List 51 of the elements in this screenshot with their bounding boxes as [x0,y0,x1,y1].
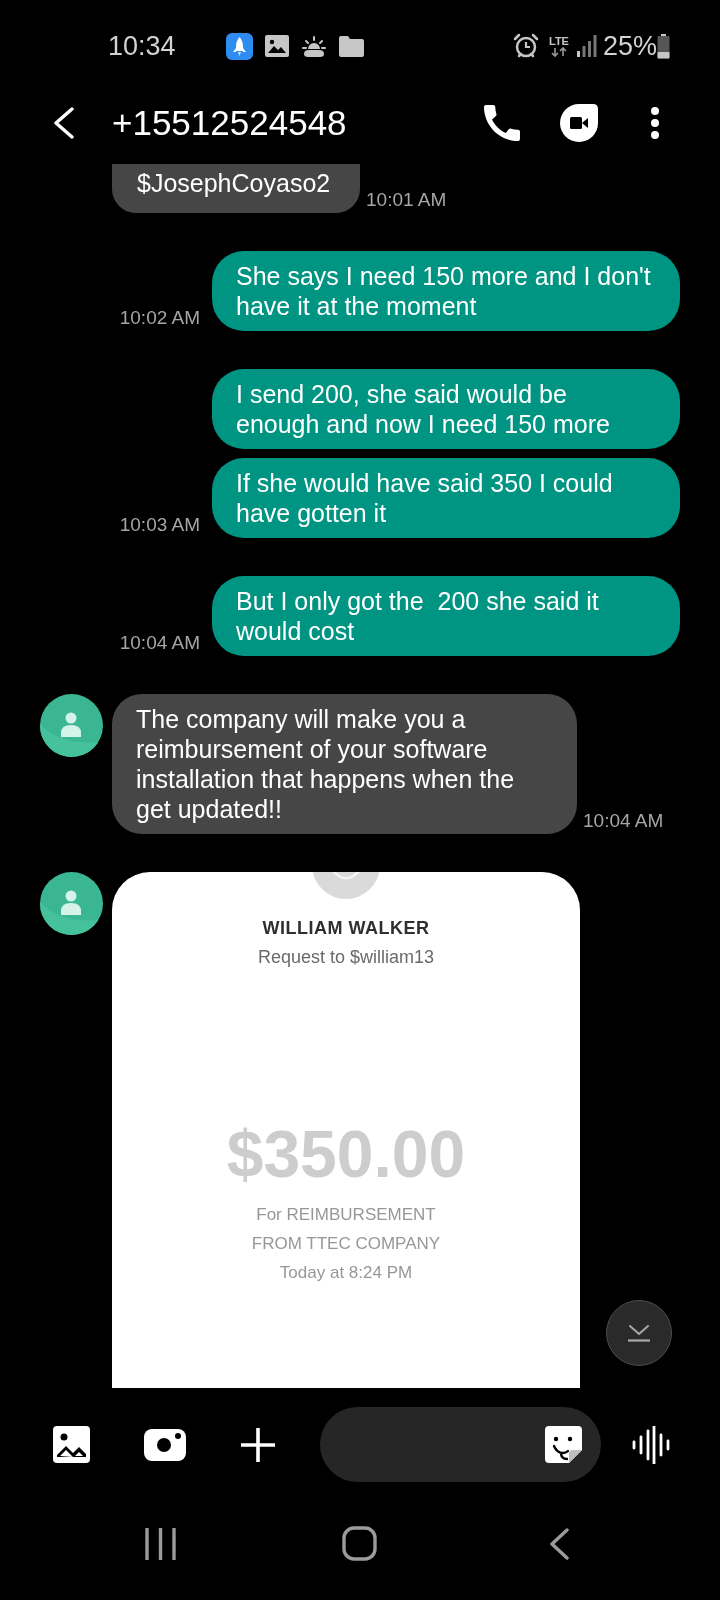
battery-percent: 25% [602,30,657,62]
image-icon [53,1426,90,1463]
received-message: The company will make you a reimbursement of your software installation that happens when the get updated!! [112,694,577,834]
more-icon [650,107,660,139]
recents-icon [145,1527,176,1560]
home-button[interactable] [342,1526,377,1561]
contact-title: +15512524548 [112,103,347,143]
home-icon [342,1526,377,1561]
request-subtitle: Request to $william13 [257,946,435,969]
video-camera-icon [560,104,598,142]
payment-date: Today at 8:24 PM [279,1262,413,1284]
battery-icon [657,33,670,59]
video-call-button[interactable] [560,104,598,142]
received-message: $JosephCoyaso2 [112,164,360,213]
message-time: 10:04 AM [583,809,664,833]
avatar-icon [312,872,380,899]
weather-icon [300,35,327,57]
sent-message: I send 200, she said would be enough and now I need 150 more [212,369,680,449]
plus-icon [241,1427,275,1462]
sticker-icon [545,1426,582,1463]
image-icon [264,35,289,57]
back-icon [549,1527,569,1560]
payment-note: For REIMBURSEMENT FROM TTEC COMPANY [250,1204,442,1255]
voice-button[interactable] [632,1425,670,1464]
call-button[interactable] [484,105,520,141]
sent-message: She says I need 150 more and I don't have it at the moment [212,251,680,331]
message-time: 10:03 AM [119,513,200,537]
status-time: 10:34 [108,30,176,62]
signal-icon [576,35,597,57]
phone-icon [484,105,520,141]
network-type: LTE [549,35,569,47]
sent-message: If she would have said 350 I could have gotten it [212,458,680,538]
rocket-app-icon [225,32,253,60]
nav-back-button[interactable] [549,1527,569,1560]
message-time: 10:01 AM [366,188,447,212]
add-button[interactable] [241,1427,275,1462]
recent-apps-button[interactable] [145,1527,176,1560]
gallery-button[interactable] [53,1426,90,1463]
down-to-line-icon [627,1324,651,1342]
sent-message: But I only got the 200 she said it would cost [212,576,680,656]
alarm-icon [513,33,539,59]
message-time: 10:04 AM [119,631,200,655]
folder-icon [338,35,364,57]
data-arrows-icon [550,47,567,57]
payee-name: WILLIAM WALKER [262,917,430,940]
more-options-button[interactable] [650,107,660,139]
camera-icon [144,1428,186,1461]
voice-wave-icon [632,1425,670,1464]
back-icon [51,107,75,139]
message-time: 10:02 AM [119,306,200,330]
camera-button[interactable] [144,1428,186,1461]
